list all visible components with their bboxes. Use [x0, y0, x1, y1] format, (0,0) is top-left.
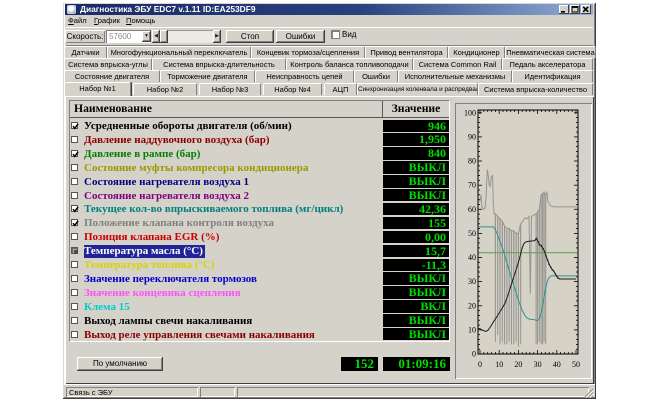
svg-text:20: 20 [468, 301, 476, 310]
svg-text:0: 0 [472, 350, 476, 359]
svg-text:100: 100 [464, 108, 476, 117]
svg-text:90: 90 [468, 132, 476, 141]
svg-text:80: 80 [468, 157, 476, 166]
svg-text:10: 10 [468, 325, 476, 334]
svg-text:40: 40 [553, 360, 561, 369]
svg-text:70: 70 [468, 181, 476, 190]
svg-text:60: 60 [468, 205, 476, 214]
svg-text:30: 30 [534, 360, 542, 369]
svg-text:30: 30 [468, 277, 476, 286]
svg-text:50: 50 [468, 229, 476, 238]
svg-text:0: 0 [478, 360, 482, 369]
svg-text:20: 20 [514, 360, 522, 369]
svg-text:10: 10 [495, 360, 503, 369]
svg-text:40: 40 [468, 253, 476, 262]
svg-text:50: 50 [572, 360, 580, 369]
